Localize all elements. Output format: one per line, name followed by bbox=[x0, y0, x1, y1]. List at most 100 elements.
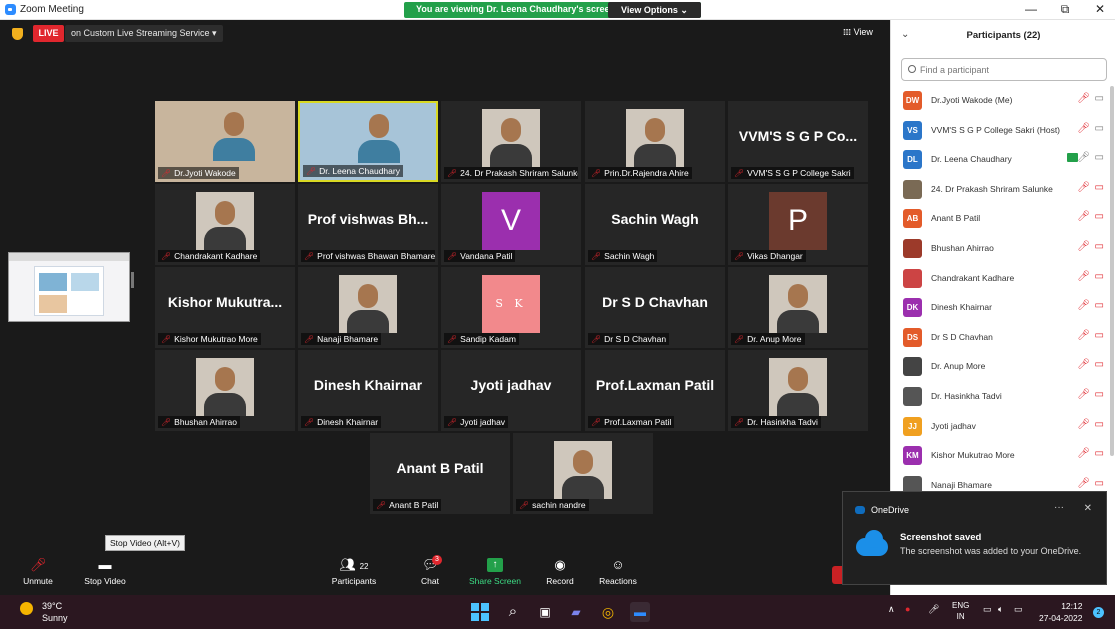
chat-label: Chat bbox=[421, 576, 439, 586]
video-tile[interactable]: Jyoti jadhav 🎤︎ Jyoti jadhav bbox=[441, 350, 581, 431]
zoom-taskbar-icon[interactable]: ▬ bbox=[630, 602, 650, 622]
participant-row[interactable]: VS VVM'S S G P College Sakri (Host) 🎤︎ ▭ bbox=[891, 116, 1115, 146]
participant-avatar bbox=[903, 179, 922, 199]
participant-row[interactable]: DL Dr. Leena Chaudhary 🎤︎ ▭ bbox=[891, 145, 1115, 175]
task-view-icon[interactable]: ▣ bbox=[535, 602, 555, 622]
chat-button[interactable]: 💬︎ 3 Chat bbox=[418, 555, 442, 586]
participant-row[interactable]: Dr. Anup More 🎤︎ ▭ bbox=[891, 352, 1115, 382]
video-tile[interactable]: 🎤︎ sachin nandre bbox=[513, 433, 653, 514]
record-icon: ◉ bbox=[554, 557, 566, 572]
video-tile[interactable]: 🎤︎ Chandrakant Kadhare bbox=[155, 184, 295, 265]
participant-row[interactable]: Bhushan Ahirrao 🎤︎ ▭ bbox=[891, 234, 1115, 264]
video-tile[interactable]: Prof vishwas Bh... 🎤︎ Prof vishwas Bhawan … bbox=[298, 184, 438, 265]
participant-name: VVM'S S G P College Sakri bbox=[747, 168, 851, 178]
weather-widget[interactable]: 39°C Sunny bbox=[42, 600, 68, 624]
share-screen-button[interactable]: ↑ Share Screen bbox=[468, 558, 522, 586]
video-tile[interactable]: 🎤︎ Dr.Jyoti Wakode bbox=[155, 101, 295, 182]
reactions-button[interactable]: ☺ Reactions bbox=[598, 558, 638, 587]
battery-icon[interactable]: ▭ bbox=[1014, 604, 1023, 615]
tray-chevron-icon[interactable]: ∧ bbox=[888, 604, 895, 615]
video-tile[interactable]: 🎤︎ 24. Dr Prakash Shriram Salunke bbox=[441, 101, 581, 182]
volume-icon[interactable]: 🔈︎ bbox=[998, 604, 1003, 615]
video-tile[interactable]: Sachin Wagh 🎤︎ Sachin Wagh bbox=[585, 184, 725, 265]
stop-video-button[interactable]: ▬ Stop Video bbox=[80, 557, 130, 587]
participant-avatar: AB bbox=[903, 209, 922, 229]
participant-row[interactable]: 24. Dr Prakash Shriram Salunke 🎤︎ ▭ bbox=[891, 175, 1115, 205]
participants-scrollbar[interactable] bbox=[1110, 86, 1114, 456]
participant-row[interactable]: DK Dinesh Khairnar 🎤︎ ▭ bbox=[891, 293, 1115, 323]
tray-app-icon[interactable]: ● bbox=[905, 604, 910, 614]
participant-avatar: DK bbox=[903, 298, 922, 318]
chrome-icon[interactable]: ◎ bbox=[598, 602, 618, 622]
tile-display-name: Dinesh Khairnar bbox=[313, 377, 423, 393]
video-tile[interactable]: 🎤︎ Nanaji Bhamare bbox=[298, 267, 438, 348]
video-tile[interactable]: V 🎤︎ Vandana Patil bbox=[441, 184, 581, 265]
participant-row[interactable]: Chandrakant Kadhare 🎤︎ ▭ bbox=[891, 264, 1115, 294]
video-tile[interactable]: 🎤︎ Dr. Leena Chaudhary bbox=[298, 101, 438, 182]
tile-display-name: Kishor Mukutra... bbox=[167, 294, 283, 310]
participant-row[interactable]: AB Anant B Patil 🎤︎ ▭ bbox=[891, 204, 1115, 234]
mic-muted-icon: 🎤︎ bbox=[591, 169, 602, 178]
video-tile[interactable]: S K 🎤︎ Sandip Kadam bbox=[441, 267, 581, 348]
participant-row[interactable]: JJ Jyoti jadhav 🎤︎ ▭ bbox=[891, 412, 1115, 442]
search-placeholder: Find a participant bbox=[920, 65, 990, 75]
shared-screen-thumbnail[interactable] bbox=[8, 252, 130, 322]
onedrive-notification[interactable]: OneDrive ··· ✕ Screenshot saved The scre… bbox=[842, 491, 1107, 585]
video-tile[interactable]: 🎤︎ Prin.Dr.Rajendra Ahire bbox=[585, 101, 725, 182]
video-tile[interactable]: 🎤︎ Bhushan Ahirrao bbox=[155, 350, 295, 431]
video-tile[interactable]: 🎤︎ Dr. Anup More bbox=[728, 267, 868, 348]
video-tile[interactable]: Kishor Mukutra... 🎤︎ Kishor Mukutrao More bbox=[155, 267, 295, 348]
participant-row[interactable]: DW Dr.Jyoti Wakode (Me) 🎤︎ ▭ bbox=[891, 86, 1115, 116]
notification-badge[interactable]: 2 bbox=[1093, 607, 1104, 618]
participants-button[interactable]: 👥︎ 22 Participants bbox=[328, 558, 380, 587]
meeting-stage: LIVE on Custom Live Streaming Service ▾ … bbox=[0, 20, 890, 595]
video-tile[interactable]: Anant B Patil 🎤︎ Anant B Patil bbox=[370, 433, 510, 514]
restore-button[interactable]: ⧉ bbox=[1055, 2, 1075, 17]
video-tile[interactable]: Dr S D Chavhan 🎤︎ Dr S D Chavhan bbox=[585, 267, 725, 348]
toast-more-button[interactable]: ··· bbox=[1054, 502, 1064, 513]
mic-muted-icon: 🎤︎ bbox=[591, 335, 602, 344]
mic-muted-icon: 🎤︎ bbox=[306, 167, 317, 176]
mic-muted-icon: 🎤︎ bbox=[1077, 477, 1090, 489]
tile-name-label: 🎤︎ Dinesh Khairnar bbox=[301, 416, 382, 428]
participant-row[interactable]: Dr. Hasinkha Tadvi 🎤︎ ▭ bbox=[891, 382, 1115, 412]
unmute-button[interactable]: 🎤︎ Unmute bbox=[20, 558, 56, 587]
participant-avatar: DS bbox=[903, 327, 922, 347]
video-tile[interactable]: P 🎤︎ Vikas Dhangar bbox=[728, 184, 868, 265]
participant-row[interactable]: DS Dr S D Chavhan 🎤︎ ▭ bbox=[891, 323, 1115, 353]
windows-logo-icon bbox=[481, 613, 489, 621]
video-tile[interactable]: Dinesh Khairnar 🎤︎ Dinesh Khairnar bbox=[298, 350, 438, 431]
view-options-button[interactable]: View Options ⌄ bbox=[608, 2, 701, 18]
window-title: Zoom Meeting bbox=[20, 4, 84, 15]
live-stream-dropdown[interactable]: on Custom Live Streaming Service ▾ bbox=[65, 25, 223, 42]
video-tile[interactable]: VVM'S S G P Co... 🎤︎ VVM'S S G P College S… bbox=[728, 101, 868, 182]
thumbnail-resize-handle[interactable] bbox=[131, 272, 134, 288]
toast-close-button[interactable]: ✕ bbox=[1084, 503, 1092, 514]
participant-search-input[interactable]: Find a participant bbox=[901, 58, 1107, 81]
tile-avatar: P bbox=[769, 192, 827, 250]
search-icon[interactable]: ⌕ bbox=[503, 602, 523, 622]
security-shield-icon[interactable] bbox=[12, 28, 23, 40]
toast-body: The screenshot was added to your OneDriv… bbox=[900, 546, 1082, 556]
language-indicator[interactable]: ENG IN bbox=[952, 600, 969, 622]
record-label: Record bbox=[546, 576, 574, 586]
close-button[interactable]: ✕ bbox=[1090, 2, 1110, 16]
video-camera-icon: ▬ bbox=[98, 557, 112, 572]
tile-name-label: 🎤︎ Prin.Dr.Rajendra Ahire bbox=[588, 167, 692, 179]
minimize-button[interactable]: — bbox=[1021, 2, 1041, 16]
record-button[interactable]: ◉ Record bbox=[545, 557, 575, 587]
video-tile[interactable]: 🎤︎ Dr. Hasinkha Tadvi bbox=[728, 350, 868, 431]
teams-chat-icon[interactable]: ▰ bbox=[566, 602, 586, 622]
participant-row[interactable]: KM Kishor Mukutrao More 🎤︎ ▭ bbox=[891, 441, 1115, 471]
participant-name: Prof.Laxman Patil bbox=[604, 417, 672, 427]
participant-name: Dr. Leena Chaudhary bbox=[319, 166, 400, 176]
tray-mic-icon[interactable]: 🎤︎ bbox=[928, 604, 939, 615]
network-icon[interactable]: ▭ bbox=[983, 604, 992, 615]
weather-sun-icon[interactable] bbox=[20, 602, 33, 615]
participant-name: Nanaji Bhamare bbox=[931, 479, 992, 490]
system-clock[interactable]: 12:12 27-04-2022 bbox=[1039, 600, 1082, 624]
mic-muted-icon: 🎤︎ bbox=[161, 335, 172, 344]
video-tile[interactable]: Prof.Laxman Patil 🎤︎ Prof.Laxman Patil bbox=[585, 350, 725, 431]
view-button[interactable]: 𝍖 View bbox=[843, 27, 873, 38]
start-button[interactable] bbox=[471, 603, 489, 621]
